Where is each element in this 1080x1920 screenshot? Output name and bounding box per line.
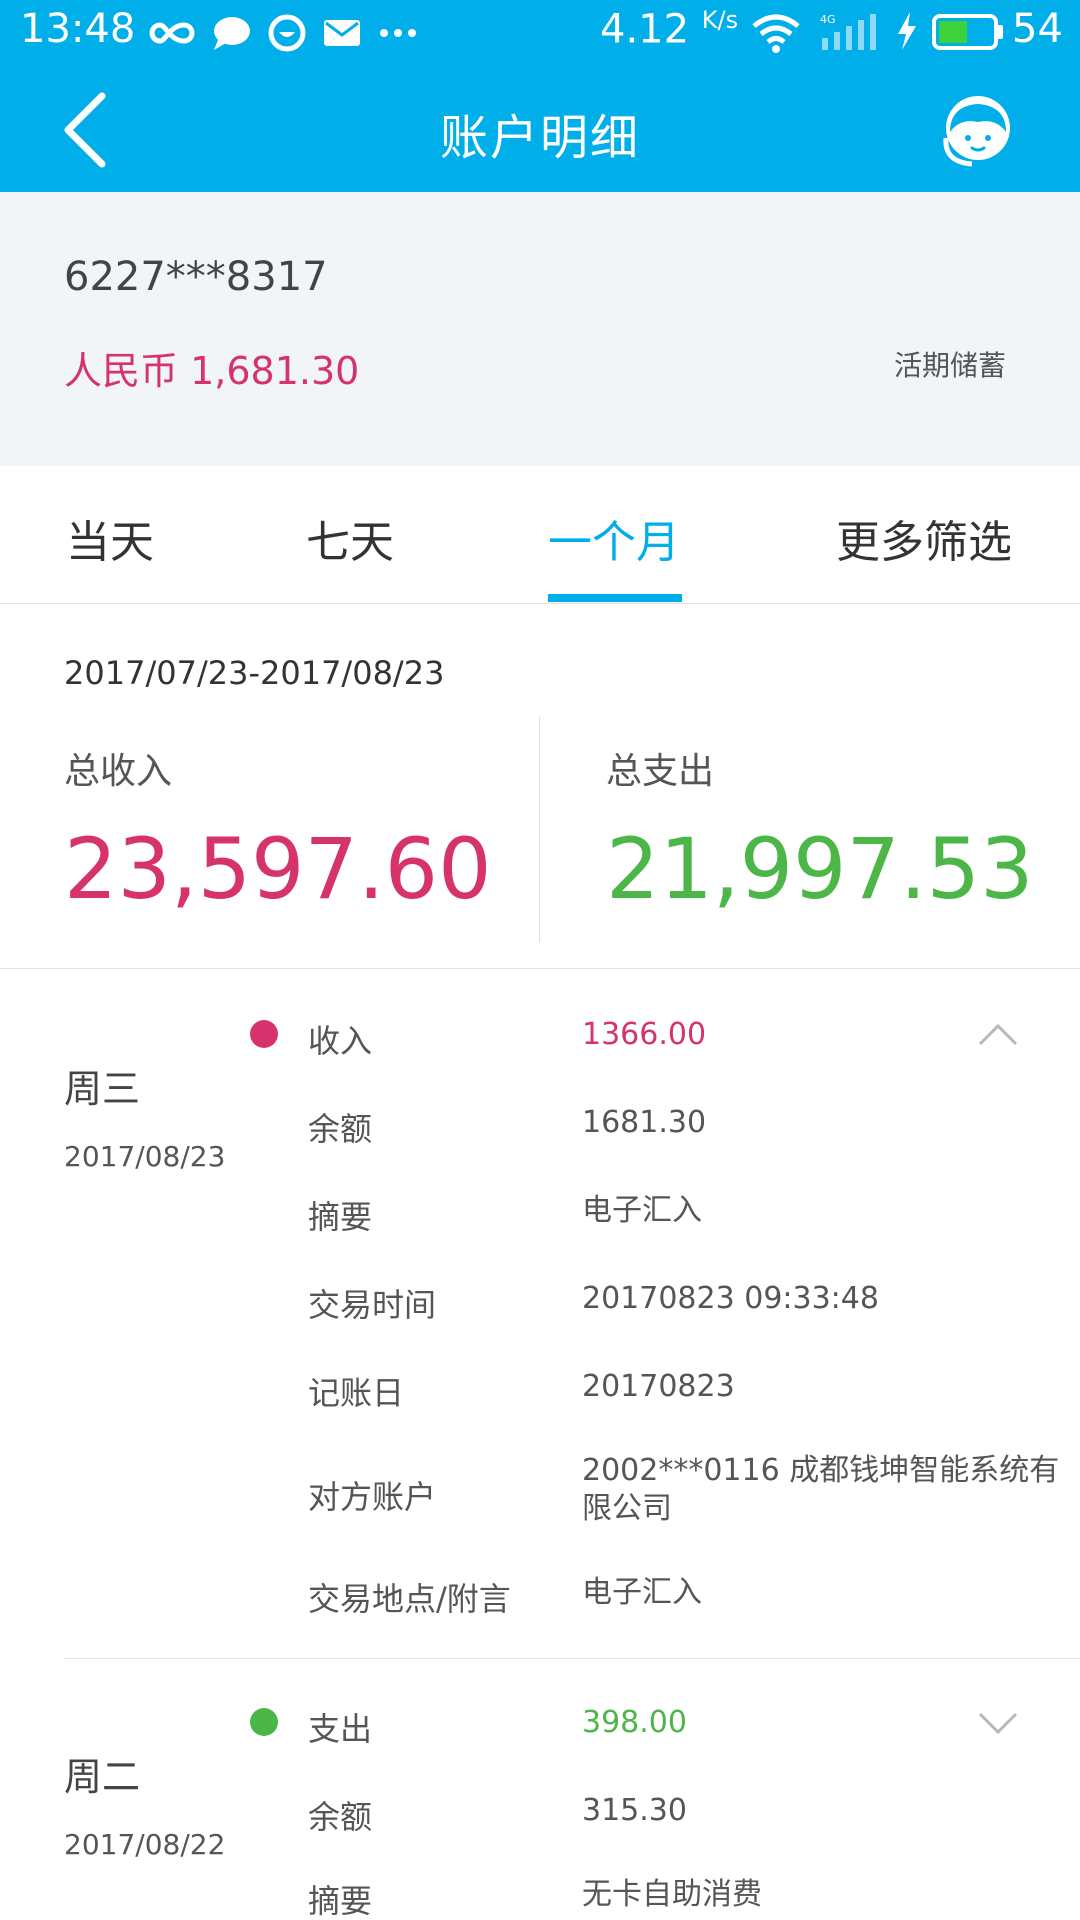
account-balance: 人民币 1,681.30 bbox=[64, 349, 360, 393]
expense-dot-icon bbox=[250, 1708, 278, 1736]
detail-value: 20170823 bbox=[582, 1369, 735, 1404]
svg-text:4G: 4G bbox=[820, 13, 836, 26]
chat-bubble-icon bbox=[214, 17, 250, 50]
detail-key: 余额 bbox=[308, 1798, 373, 1836]
detail-key: 摘要 bbox=[308, 1198, 373, 1236]
mail-icon bbox=[324, 20, 360, 46]
smile-icon bbox=[268, 14, 306, 52]
tab-one-month[interactable]: 一个月 bbox=[548, 506, 680, 570]
transaction-date: 2017/08/23 bbox=[64, 1140, 226, 1173]
more-dots-icon bbox=[380, 29, 416, 37]
tab-more-filters[interactable]: 更多筛选 bbox=[836, 506, 1012, 570]
account-number: 6227***8317 bbox=[64, 254, 328, 300]
detail-key: 余额 bbox=[308, 1110, 373, 1148]
account-card: 6227***8317 人民币 1,681.30 活期储蓄 bbox=[0, 192, 1080, 466]
charging-bolt-icon bbox=[898, 12, 916, 50]
transaction-weekday: 周三 bbox=[64, 1067, 141, 1111]
account-type: 活期储蓄 bbox=[893, 349, 1006, 382]
network-speed-unit: K/s bbox=[701, 6, 739, 34]
tab-seven-days[interactable]: 七天 bbox=[306, 506, 394, 570]
total-income-label: 总收入 bbox=[64, 751, 173, 792]
total-expense-label: 总支出 bbox=[606, 751, 715, 792]
detail-key: 交易地点/附言 bbox=[308, 1580, 511, 1618]
network-speed-value: 4.12 bbox=[600, 6, 690, 53]
transaction-weekday: 周二 bbox=[64, 1755, 141, 1799]
period-tabs: 当天 七天 一个月 更多筛选 bbox=[0, 466, 1080, 604]
total-expense-value: 21,997.53 bbox=[606, 820, 1034, 918]
summary-divider-line bbox=[0, 968, 1080, 969]
summary-divider bbox=[539, 716, 540, 942]
detail-value: 20170823 09:33:48 bbox=[582, 1281, 879, 1316]
transaction-separator bbox=[64, 1658, 1080, 1659]
customer-service-icon bbox=[943, 96, 1010, 167]
detail-value: 电子汇入 bbox=[582, 1575, 702, 1610]
total-income-value: 23,597.60 bbox=[64, 820, 492, 918]
detail-key: 记账日 bbox=[308, 1374, 405, 1412]
detail-key: 摘要 bbox=[308, 1882, 373, 1920]
battery-icon bbox=[932, 14, 1003, 50]
detail-value: 电子汇入 bbox=[582, 1193, 702, 1228]
date-range: 2017/07/23-2017/08/23 bbox=[64, 654, 445, 692]
network-speed: 4.12 K/s bbox=[600, 6, 738, 52]
battery-fill bbox=[939, 21, 967, 43]
income-dot-icon bbox=[250, 1020, 278, 1048]
page-title: 账户明细 bbox=[439, 110, 640, 166]
active-tab-indicator bbox=[548, 594, 682, 602]
notification-icons bbox=[148, 10, 418, 56]
signal-4g-icon: 4G bbox=[820, 13, 876, 50]
detail-value: 1366.00 bbox=[582, 1017, 707, 1052]
detail-key: 对方账户 bbox=[308, 1478, 437, 1516]
wifi-icon bbox=[752, 14, 800, 53]
detail-key: 支出 bbox=[308, 1710, 373, 1748]
transaction-date: 2017/08/22 bbox=[64, 1828, 226, 1861]
battery-level: 54 bbox=[1012, 6, 1063, 52]
app-header: 13:48 4.12 K/s 4G 54 账户明细 bbox=[0, 0, 1080, 192]
detail-key: 收入 bbox=[308, 1022, 373, 1060]
customer-service-button[interactable] bbox=[936, 92, 1020, 172]
status-bar: 13:48 4.12 K/s 4G 54 bbox=[0, 0, 1080, 66]
detail-value: 2002***0116 成都钱坤智能系统有限公司 bbox=[582, 1453, 1060, 1526]
detail-value: 398.00 bbox=[582, 1705, 687, 1740]
infinity-icon bbox=[149, 22, 195, 44]
detail-value: 1681.30 bbox=[582, 1105, 707, 1140]
status-time: 13:48 bbox=[20, 6, 136, 52]
detail-value: 315.30 bbox=[582, 1793, 687, 1828]
detail-value: 无卡自助消费 bbox=[582, 1877, 762, 1912]
tab-today[interactable]: 当天 bbox=[66, 506, 154, 570]
detail-key: 交易时间 bbox=[308, 1286, 437, 1324]
